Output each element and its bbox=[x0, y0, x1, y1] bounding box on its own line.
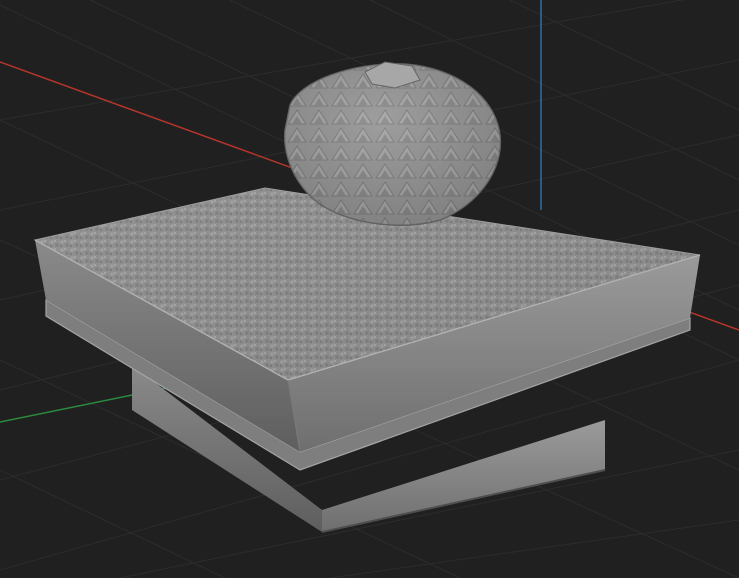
viewport-canvas[interactable] bbox=[0, 0, 739, 578]
cactus-body bbox=[283, 61, 502, 226]
3d-viewport[interactable] bbox=[0, 0, 739, 578]
